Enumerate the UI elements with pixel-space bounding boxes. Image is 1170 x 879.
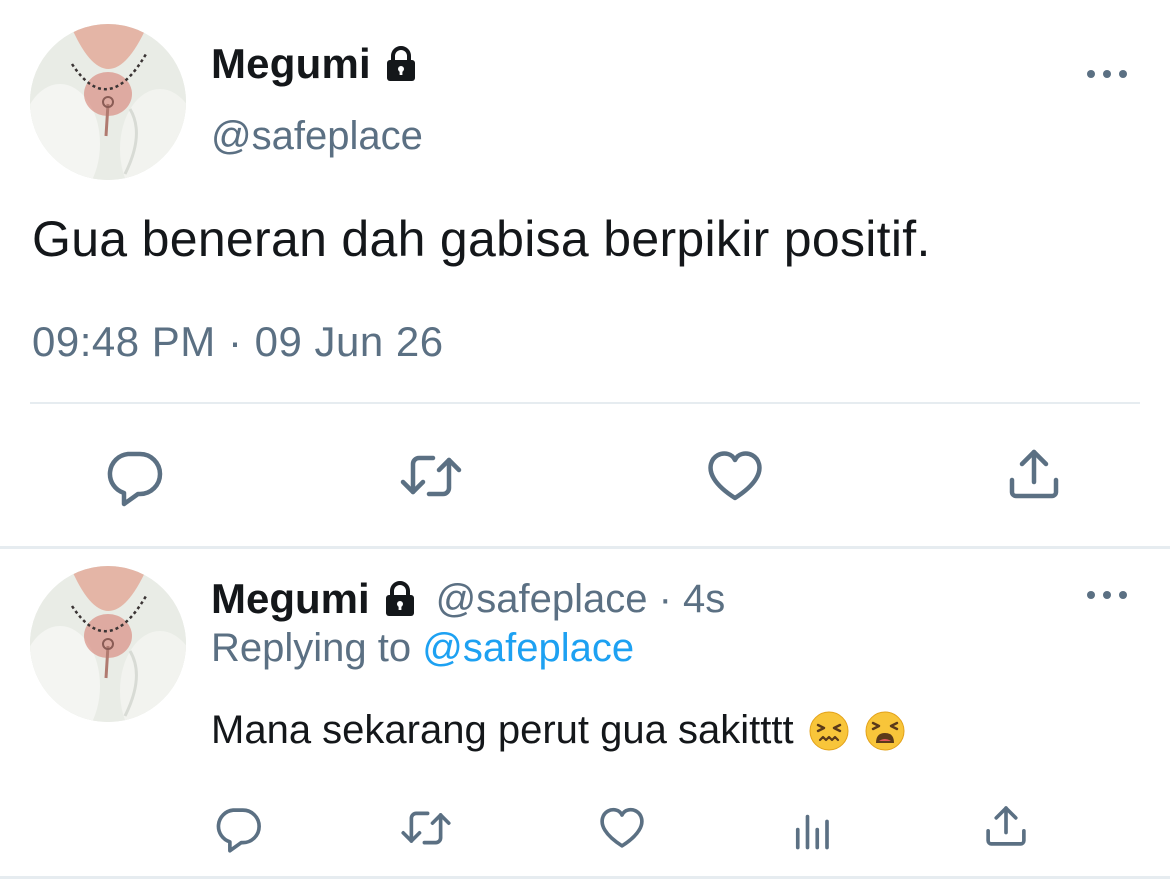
divider [0,546,1170,549]
handle-and-time[interactable]: @safeplace · 4s [436,577,726,622]
avatar[interactable] [30,24,186,180]
divider [30,402,1140,404]
analytics-icon[interactable] [788,802,840,854]
replying-to: Replying to @safeplace [211,626,634,671]
tweet-text-row: Mana sekarang perut gua sakitttt [211,708,906,753]
heart-icon[interactable] [596,802,648,854]
retweet-icon[interactable] [398,802,454,854]
retweet-icon[interactable] [399,444,463,508]
handle[interactable]: @safeplace [211,114,423,159]
display-name-row: Megumi [211,40,421,88]
lock-icon [381,44,421,84]
weary-face-emoji [864,710,906,752]
avatar-photo [30,24,186,180]
reply-icon[interactable] [102,444,166,508]
tweet-text: Gua beneran dah gabisa berpikir positif. [32,211,931,267]
mention-link[interactable]: @safeplace [422,626,634,670]
confounded-face-emoji [808,710,850,752]
display-name[interactable]: Megumi [211,40,371,88]
tweet-timestamp[interactable]: 09:48 PM · 09 Jun 26 [32,318,444,366]
more-options-icon[interactable] [1087,589,1127,601]
reply-header: Megumi @safeplace · 4s [211,575,725,623]
reply-icon[interactable] [212,802,264,854]
share-icon[interactable] [980,800,1032,852]
replying-to-label: Replying to [211,626,412,670]
tweet-text: Mana sekarang perut gua sakitttt [211,708,794,752]
heart-icon[interactable] [703,444,767,508]
lock-icon [380,579,420,619]
more-options-icon[interactable] [1087,68,1127,80]
avatar-photo [30,566,186,722]
share-icon[interactable] [1002,442,1066,506]
avatar[interactable] [30,566,186,722]
display-name[interactable]: Megumi [211,575,370,623]
